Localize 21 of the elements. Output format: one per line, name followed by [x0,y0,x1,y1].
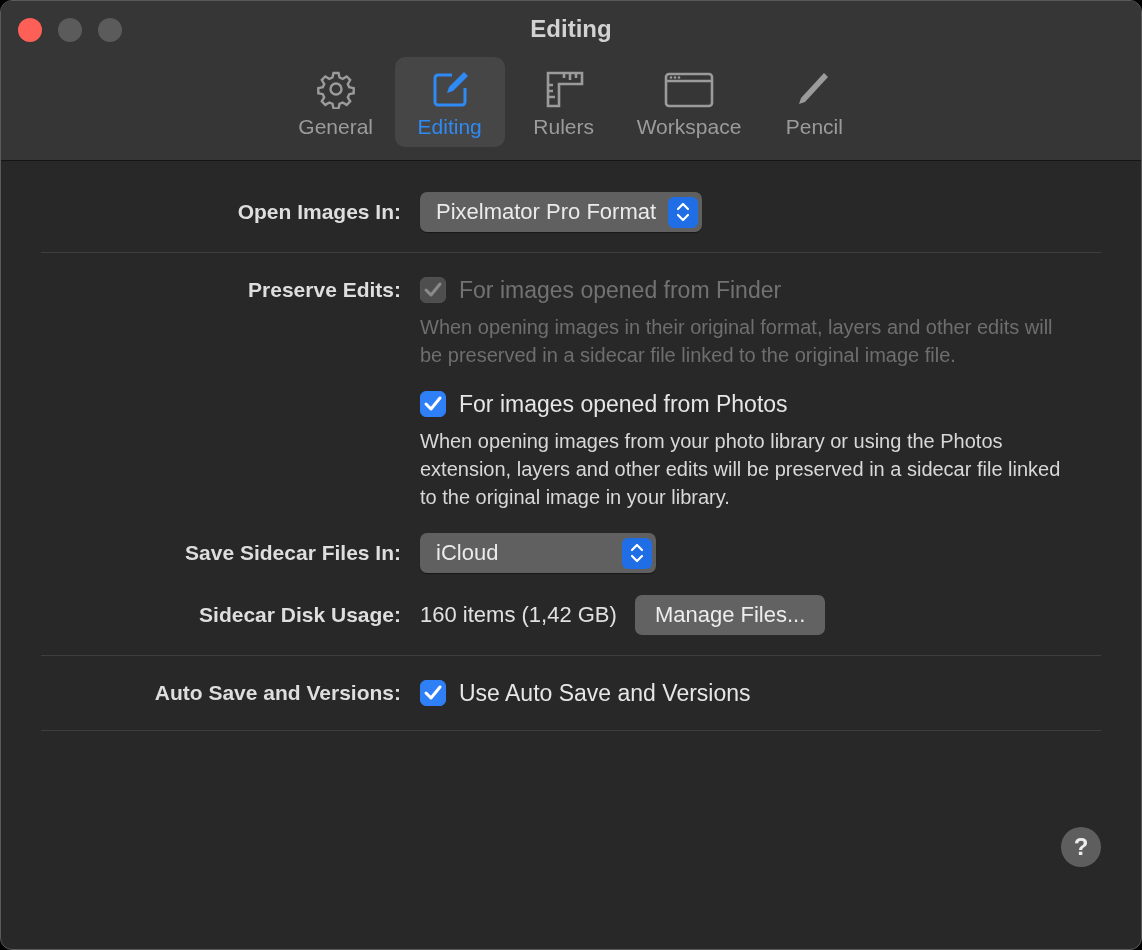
popup-menu[interactable]: Pixelmator Pro Format [420,192,703,232]
toolbar-tab[interactable]: Editing [394,57,505,147]
description-text: When opening images from your photo library or using the Photos extension, layers and other edits will be preserved in a sidecar file linked to the original image in your library. [420,429,1062,510]
manage-files-button[interactable]: Manage Files... [634,595,826,635]
popup-menu[interactable]: iCloud [420,533,656,573]
help-button[interactable]: ? [1061,827,1101,867]
checkbox-label: For images opened from Photos [459,390,788,418]
setting-label: Open Images In: [236,199,401,225]
window-title: Editing [530,15,612,43]
setting-label: Preserve Edits: [247,277,401,303]
description-text: When opening images in their original format, layers and other edits will be preserved in a sidecar file linked to the original image file. [420,315,1054,368]
checkbox-label: Use Auto Save and Versions [459,679,751,707]
setting-label: Auto Save and Versions: [153,680,401,706]
checkbox-label: For images opened from Finder [459,276,782,304]
setting-label: Save Sidecar Files In: [184,540,401,566]
toolbar-tab[interactable]: General [280,57,391,147]
toolbar-tab[interactable]: Workspace [622,57,756,147]
toolbar-tab[interactable]: Rulers [508,57,619,147]
usage-value: 160 items (1,42 GB) [420,602,617,628]
setting-label: Sidecar Disk Usage: [198,602,401,628]
toolbar-tab[interactable]: Pencil [759,57,870,147]
